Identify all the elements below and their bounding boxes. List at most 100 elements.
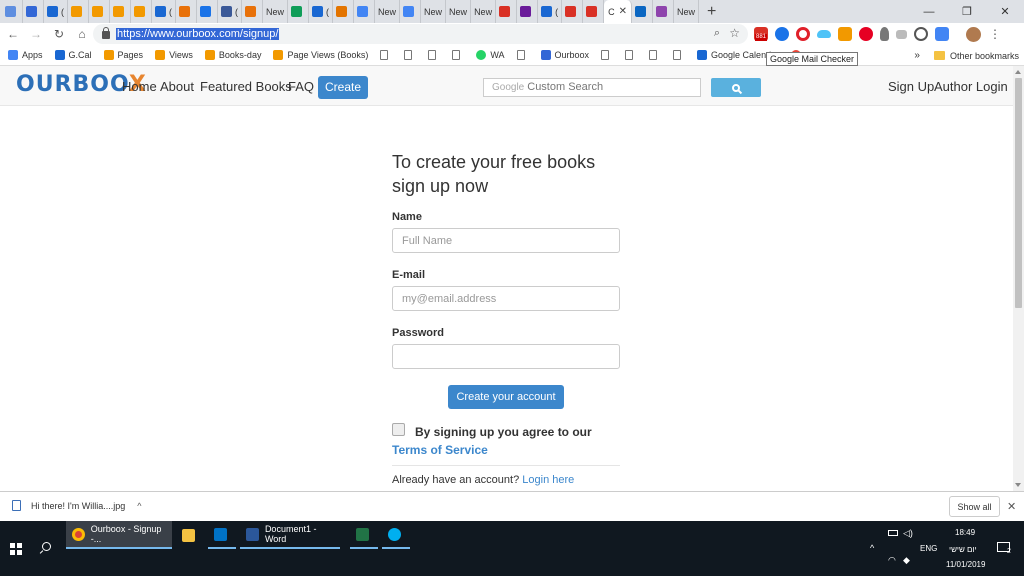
gmail-checker-icon[interactable]: 881 (754, 27, 768, 41)
forward-button[interactable]: → (26, 24, 46, 44)
browser-tab[interactable] (176, 0, 197, 23)
zoom-icon[interactable]: ⌕ (714, 27, 720, 40)
browser-tab[interactable] (131, 0, 152, 23)
battery-icon[interactable] (888, 530, 898, 536)
browser-tab[interactable]: New (421, 0, 447, 23)
clock-day[interactable]: יום שישי (949, 545, 977, 554)
close-tab-icon[interactable]: ✕ (619, 6, 627, 17)
browser-tab[interactable] (197, 0, 218, 23)
nav-home[interactable]: Home (122, 79, 157, 94)
author-login-link[interactable]: Author Login (934, 79, 1008, 94)
password-input[interactable] (392, 344, 620, 369)
login-here-link[interactable]: Login here (522, 474, 574, 486)
bookmark-item[interactable]: G.Cal (54, 50, 92, 60)
minimize-button[interactable]: — (910, 0, 948, 23)
extension-gray-icon[interactable] (896, 29, 907, 39)
terms-checkbox[interactable] (392, 423, 405, 436)
close-download-bar[interactable]: ✕ (1007, 500, 1016, 513)
bulb-icon[interactable] (880, 27, 889, 41)
windows-start-icon[interactable] (10, 543, 22, 555)
cloud-icon[interactable] (817, 30, 831, 38)
bookmark-item[interactable]: Books-day (204, 50, 261, 60)
opera-icon[interactable] (796, 27, 810, 41)
url-text[interactable]: https://www.ourboox.com/signup/ (116, 28, 280, 40)
other-bookmarks[interactable]: Other bookmarks (950, 51, 1019, 61)
extension-hex-icon[interactable] (914, 27, 928, 41)
browser-tab[interactable]: ( (309, 0, 334, 23)
bookmark-item[interactable]: Pages (103, 50, 143, 60)
browser-tab[interactable]: New (446, 0, 472, 23)
reload-button[interactable]: ↻ (49, 24, 69, 44)
download-item[interactable]: Hi there! I'm Willia....jpg ^ (12, 500, 141, 511)
browser-tab[interactable] (242, 0, 263, 23)
browser-tab[interactable]: New (263, 0, 289, 23)
task-chrome[interactable]: Ourboox - Signup -... (66, 521, 172, 549)
name-input[interactable] (392, 228, 620, 253)
create-button[interactable]: Create (318, 76, 369, 99)
dropbox-icon[interactable]: ◆ (903, 555, 910, 566)
close-window-button[interactable]: ✕ (986, 0, 1024, 23)
task-file-explorer[interactable] (176, 521, 204, 549)
more-bookmarks-button[interactable]: » (914, 50, 920, 61)
active-tab[interactable]: C ✕ (604, 0, 632, 23)
email-input[interactable] (392, 286, 620, 311)
create-account-button[interactable]: Create your account (448, 385, 564, 409)
bookmark-item[interactable]: Page Views (Books) (273, 50, 368, 60)
bookmark-item[interactable] (601, 50, 613, 60)
browser-tab[interactable]: ( (44, 0, 68, 23)
bookmark-item[interactable] (452, 50, 464, 60)
network-icon[interactable]: ◠ (888, 555, 896, 566)
browser-tab[interactable] (653, 0, 674, 23)
bookmark-item[interactable] (625, 50, 637, 60)
browser-tab[interactable]: New (375, 0, 401, 23)
browser-tab[interactable] (333, 0, 355, 23)
profile-avatar[interactable] (966, 26, 981, 42)
task-skype[interactable] (382, 521, 410, 549)
browser-tab[interactable]: New (471, 0, 497, 23)
scroll-up-icon[interactable] (1015, 70, 1021, 74)
nav-featured-books[interactable]: Featured Books (200, 79, 292, 94)
task-word[interactable]: Document1 - Word (240, 521, 340, 549)
browser-tab[interactable] (354, 0, 376, 23)
browser-tab[interactable] (89, 0, 110, 23)
taskbar-search-icon[interactable] (42, 542, 51, 551)
bookmark-item[interactable] (380, 50, 392, 60)
tray-chevron-icon[interactable]: ^ (870, 543, 874, 553)
browser-tab[interactable]: ( (152, 0, 176, 23)
bookmark-item[interactable] (516, 50, 529, 60)
terms-of-service-link[interactable]: Terms of Service (392, 443, 620, 457)
pinterest-icon[interactable] (859, 27, 873, 41)
bookmark-item[interactable]: WA (476, 50, 505, 60)
browser-tab[interactable] (583, 0, 605, 23)
bookmark-item[interactable]: Ourboox (540, 50, 589, 60)
browser-tab[interactable] (496, 0, 518, 23)
browser-tab[interactable] (23, 0, 44, 23)
bookmark-item[interactable]: Apps (8, 50, 43, 60)
back-button[interactable]: ← (3, 24, 23, 44)
browser-tab[interactable] (288, 0, 310, 23)
task-outlook[interactable] (208, 521, 236, 549)
browser-tab[interactable] (632, 0, 653, 23)
home-button[interactable]: ⌂ (72, 24, 92, 44)
bookmark-item[interactable] (673, 50, 685, 60)
show-all-button[interactable]: Show all (949, 496, 1000, 517)
browser-tab[interactable] (2, 0, 23, 23)
clock-time[interactable]: 18:49 (955, 528, 975, 537)
browser-tab[interactable] (400, 0, 422, 23)
browser-tab[interactable] (517, 0, 539, 23)
bookmark-item[interactable]: Views (155, 50, 193, 60)
browser-tab[interactable] (68, 0, 89, 23)
volume-icon[interactable]: ◁) (903, 528, 913, 539)
search-button[interactable] (711, 78, 761, 97)
download-menu-chevron[interactable]: ^ (137, 501, 141, 511)
browser-tab[interactable] (562, 0, 584, 23)
browser-tab[interactable] (110, 0, 131, 23)
page-scrollbar[interactable] (1013, 66, 1024, 491)
nav-faq[interactable]: FAQ (288, 79, 314, 94)
clock-date[interactable]: 11/01/2019 (946, 560, 985, 569)
nav-about[interactable]: About (160, 79, 194, 94)
extension-orange-icon[interactable] (838, 27, 852, 41)
bookmark-item[interactable] (404, 50, 416, 60)
menu-icon[interactable]: ⋮ (989, 27, 1001, 41)
bookmark-item[interactable] (428, 50, 440, 60)
